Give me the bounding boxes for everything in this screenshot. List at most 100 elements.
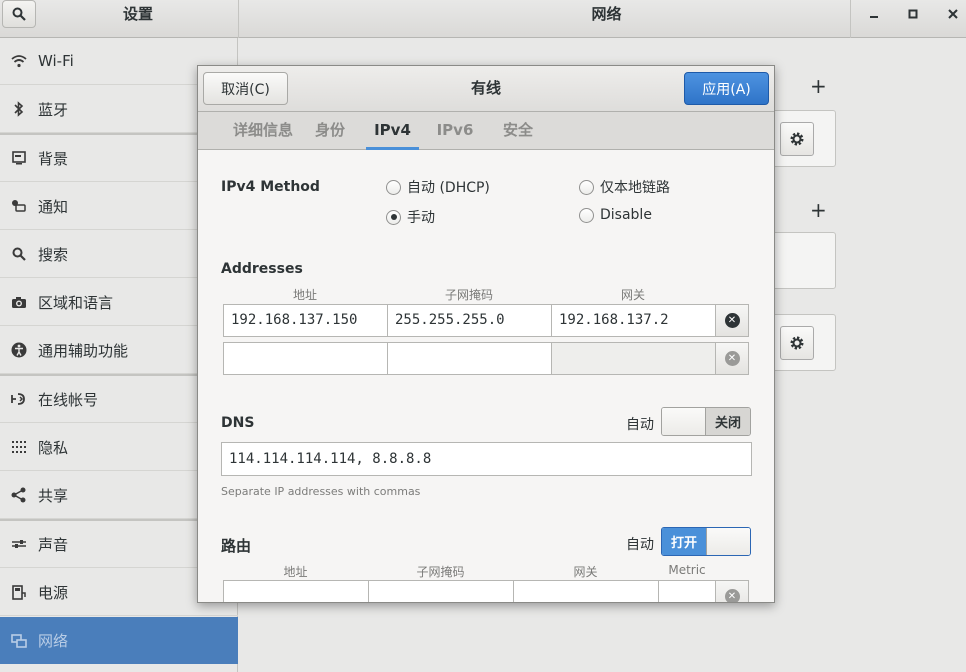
proxy-settings-button[interactable] [780,326,814,360]
close-button[interactable] [941,4,965,24]
search-icon [12,7,26,21]
addresses-label: Addresses [221,261,303,277]
online-accounts-icon [0,392,38,406]
tab-security[interactable]: 安全 [498,112,538,150]
address-input[interactable]: 192.168.137.150 [223,304,388,337]
header-divider [850,0,851,38]
switch-slider [706,528,750,555]
radio-link-local[interactable]: 仅本地链路 [579,177,670,197]
background-icon [0,151,38,165]
delete-icon: ✕ [724,589,740,602]
notification-icon [0,199,38,213]
routes-auto-switch[interactable]: 打开 [661,527,751,556]
gear-icon [790,336,804,350]
tab-ipv6[interactable]: IPv6 [434,112,476,150]
camera-icon [0,296,38,309]
sidebar-item-label: 网络 [38,632,69,650]
dns-hint: Separate IP addresses with commas [221,485,421,498]
column-header-netmask: 子网掩码 [416,565,465,579]
maximize-icon [908,9,918,19]
wired-settings-button[interactable] [780,122,814,156]
radio-label: 仅本地链路 [600,180,670,196]
gear-icon [790,132,804,146]
route-gateway-input[interactable] [513,580,659,602]
routes-auto-label: 自动 [626,537,654,553]
radio-auto-dhcp[interactable]: 自动 (DHCP) [386,177,490,197]
gateway-input[interactable]: 192.168.137.2 [551,304,716,337]
sidebar-item-label: 通用辅助功能 [38,341,129,360]
wired-dialog: 取消(C) 有线 应用(A) 详细信息 身份 IPv4 IPv6 安全 IPv4… [197,65,775,603]
add-connection-button[interactable]: + [810,74,827,98]
delete-address-button[interactable]: ✕ [715,304,749,337]
tab-details[interactable]: 详细信息 [216,112,310,150]
tab-identity[interactable]: 身份 [310,112,350,150]
address-input[interactable] [223,342,388,375]
share-icon [0,487,38,503]
cancel-button[interactable]: 取消(C) [203,72,288,105]
minimize-button[interactable] [862,4,886,24]
sidebar-item-label: 隐私 [38,438,69,457]
sidebar-item-label: 声音 [38,535,69,554]
radio-label: 自动 (DHCP) [407,180,490,196]
route-netmask-input[interactable] [368,580,514,602]
power-icon [0,584,38,600]
sidebar-item-network[interactable]: 网络 [0,617,238,664]
dns-label: DNS [221,415,255,431]
radio-label: Disable [600,207,652,223]
radio-manual[interactable]: 手动 [386,207,435,227]
column-header-gateway: 网关 [573,565,598,579]
radio-indicator [386,179,401,195]
ipv4-method-label: IPv4 Method [221,179,320,195]
sidebar-item-label: Wi-Fi [38,52,74,70]
delete-icon: ✕ [724,313,740,328]
sidebar-item-label: 通知 [38,197,69,216]
sound-icon [0,538,38,550]
radio-indicator [579,207,594,223]
sidebar-item-label: 背景 [38,149,69,168]
sidebar-item-label: 搜索 [38,245,69,264]
tab-bar: 详细信息 身份 IPv4 IPv6 安全 [198,112,774,150]
dns-auto-switch[interactable]: 关闭 [661,407,751,436]
radio-indicator-checked [386,209,401,225]
dns-input[interactable]: 114.114.114.114, 8.8.8.8 [221,442,752,476]
sidebar-item-label: 蓝牙 [38,100,69,119]
column-header-netmask: 子网掩码 [444,288,493,302]
column-header-metric: Metric [668,563,706,577]
sidebar-item-label: 共享 [38,486,69,505]
scroll-edge [198,602,774,603]
sidebar-item-label: 区域和语言 [38,293,114,312]
radio-disable[interactable]: Disable [579,207,652,223]
delete-route-button[interactable]: ✕ [715,580,749,602]
column-header-gateway: 网关 [620,288,645,302]
privacy-icon [0,440,38,454]
wifi-icon [0,54,38,68]
maximize-button[interactable] [901,4,925,24]
apply-button[interactable]: 应用(A) [684,72,769,105]
route-metric-input[interactable] [658,580,716,602]
column-header-address: 地址 [292,288,317,302]
sidebar-item-label: 电源 [38,583,69,602]
add-vpn-button[interactable]: + [810,198,827,222]
column-header-address: 地址 [283,565,308,579]
switch-slider [662,408,706,435]
netmask-input[interactable]: 255.255.255.0 [387,304,552,337]
network-icon [0,633,38,648]
routes-label: 路由 [221,537,252,555]
radio-indicator [579,179,594,195]
dns-auto-label: 自动 [626,417,654,433]
route-address-input[interactable] [223,580,369,602]
sidebar-item-label: 在线帐号 [38,390,99,409]
tab-ipv4[interactable]: IPv4 [366,112,419,150]
delete-icon: ✕ [724,351,740,366]
delete-address-button[interactable]: ✕ [715,342,749,375]
search-icon [0,247,38,261]
panel-title: 网络 [591,5,622,23]
accessibility-icon [0,342,38,358]
search-button[interactable] [2,0,36,28]
gateway-input[interactable] [551,342,716,375]
switch-state-label: 打开 [662,528,706,555]
radio-label: 手动 [407,210,435,226]
close-icon [948,9,958,19]
dialog-header: 取消(C) 有线 应用(A) [198,66,774,112]
netmask-input[interactable] [387,342,552,375]
